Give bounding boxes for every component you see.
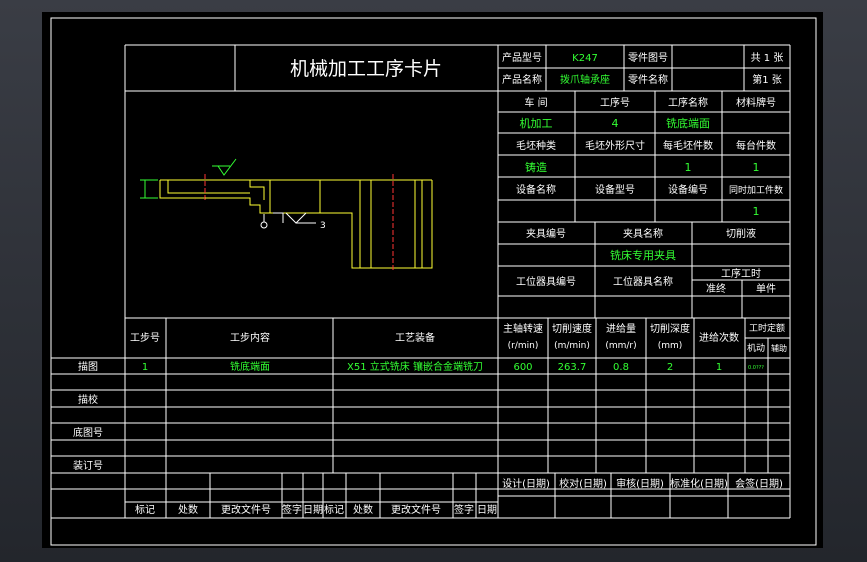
process-sketch: 3 — [140, 158, 433, 272]
revision-mark-2: 标记 — [324, 504, 344, 516]
step-speed: 263.7 — [558, 362, 587, 373]
fixture-no-label: 夹具编号 — [526, 227, 566, 240]
revision-date: 日期 — [303, 504, 323, 516]
card-grid — [51, 44, 791, 519]
feed-unit: (mm/r) — [605, 341, 636, 351]
step-machine-time: 0.0??? — [748, 365, 764, 371]
revision-count-2: 处数 — [353, 503, 373, 516]
aux-time-header: 辅助 — [771, 343, 787, 353]
page-number: 第1 张 — [752, 73, 782, 86]
equipment-header: 工艺装备 — [395, 331, 435, 344]
per-blank-label: 每毛坯件数 — [663, 139, 713, 152]
step-feed: 0.8 — [613, 362, 629, 373]
revision-row: 标记 处数 更改文件号 签字 日期 标记 处数 更改文件号 签字 日期 — [135, 503, 497, 516]
blank-type-label: 毛坯种类 — [516, 139, 556, 152]
cut-speed-unit: (m/min) — [554, 341, 590, 351]
station-tool-name-label: 工位器具名称 — [613, 275, 673, 288]
per-unit-value: 1 — [753, 161, 760, 174]
step-depth: 2 — [667, 362, 673, 373]
machine-time-header: 机动 — [747, 342, 765, 354]
station-tool-no-label: 工位器具编号 — [516, 275, 576, 288]
revision-count: 处数 — [178, 503, 198, 516]
blank-size-label: 毛坯外形尺寸 — [585, 139, 645, 152]
revision-signature: 签字 — [282, 503, 302, 516]
per-unit-label: 每台件数 — [736, 139, 776, 152]
check-label: 描校 — [78, 393, 98, 406]
revision-doc-no: 更改文件号 — [221, 503, 271, 516]
equip-model-label: 设备型号 — [595, 183, 635, 196]
part-drawing-label: 零件图号 — [628, 52, 668, 64]
spindle-unit: (r/min) — [508, 341, 539, 351]
step-no-header: 工步号 — [130, 332, 160, 344]
part-name-label: 零件名称 — [628, 73, 668, 86]
table-row[interactable]: 1 铣底端面 X51 立式铣床 镶嵌合金端铣刀 600 263.7 0.8 2 … — [142, 360, 764, 373]
info-block: 车 间 工序号 工序名称 材料牌号 机加工 4 铣底端面 毛坯种类 毛坯外形尺寸… — [516, 96, 783, 295]
sketch-dim-label: 3 — [320, 221, 326, 231]
review-label: 校对(日期) — [559, 477, 607, 490]
standard-label: 标准化(日期) — [670, 477, 728, 490]
coolant-label: 切削液 — [726, 227, 756, 240]
step-equipment: X51 立式铣床 镶嵌合金端铣刀 — [347, 360, 483, 373]
per-blank-value: 1 — [685, 161, 692, 174]
process-no-value: 4 — [612, 117, 619, 130]
equip-no-label: 设备编号 — [668, 183, 708, 196]
fixture-name-value: 铣床专用夹具 — [610, 248, 676, 262]
sign-row: 设计(日期) 校对(日期) 审核(日期) 标准化(日期) 会签(日期) — [502, 477, 783, 490]
step-no: 1 — [142, 362, 148, 373]
product-name: 拨爪轴承座 — [560, 73, 610, 86]
product-model-label: 产品型号 — [502, 51, 542, 64]
feed-header: 进给量 — [606, 322, 636, 335]
depth-unit: (mm) — [658, 341, 683, 351]
equip-name-label: 设备名称 — [516, 183, 556, 196]
prep-time-label: 准终 — [706, 282, 726, 295]
revision-mark: 标记 — [135, 504, 155, 516]
proc-time-label: 工序工时 — [721, 267, 761, 280]
unit-time-label: 单件 — [756, 283, 776, 295]
workshop-label: 车 间 — [524, 96, 547, 109]
product-name-label: 产品名称 — [502, 73, 542, 86]
process-name-label: 工序名称 — [668, 96, 708, 109]
workshop-value: 机加工 — [520, 116, 553, 130]
left-labels: 描图 描校 底图号 装订号 — [73, 360, 103, 472]
time-quota-header: 工时定额 — [749, 322, 785, 334]
card-title: 机械加工工序卡片 — [290, 58, 442, 80]
audit-label: 审核(日期) — [616, 477, 664, 490]
process-card-drawing: 机械加工工序卡片 产品型号 K247 零件图号 共 1 张 产品名称 拨爪轴承座… — [50, 17, 817, 546]
countersign-label: 会签(日期) — [735, 477, 783, 490]
blank-type-value: 铸造 — [525, 160, 547, 174]
fixture-name-label: 夹具名称 — [623, 227, 663, 240]
revision-signature-2: 签字 — [454, 503, 474, 516]
spindle-header: 主轴转速 — [503, 322, 543, 335]
design-label: 设计(日期) — [502, 477, 550, 490]
cut-speed-header: 切削速度 — [552, 322, 592, 335]
material-label: 材料牌号 — [736, 96, 776, 109]
simul-label: 同时加工件数 — [729, 184, 783, 196]
base-no-label: 底图号 — [73, 426, 103, 439]
total-pages: 共 1 张 — [751, 52, 784, 64]
step-content-header: 工步内容 — [230, 331, 270, 344]
revision-date-2: 日期 — [477, 504, 497, 516]
step-passes: 1 — [716, 362, 722, 373]
simul-value: 1 — [753, 205, 760, 218]
trace-label: 描图 — [78, 360, 98, 373]
step-content: 铣底端面 — [230, 360, 270, 373]
step-spindle: 600 — [513, 362, 532, 373]
process-no-label: 工序号 — [600, 96, 630, 109]
revision-doc-no-2: 更改文件号 — [391, 503, 441, 516]
product-model: K247 — [572, 53, 598, 64]
depth-header: 切削深度 — [650, 322, 690, 335]
passes-header: 进给次数 — [699, 331, 739, 344]
process-name-value: 铣底端面 — [666, 116, 710, 130]
steps-header: 工步号 工步内容 工艺装备 主轴转速 (r/min) 切削速度 (m/min) … — [130, 322, 787, 354]
binding-no-label: 装订号 — [73, 459, 103, 472]
